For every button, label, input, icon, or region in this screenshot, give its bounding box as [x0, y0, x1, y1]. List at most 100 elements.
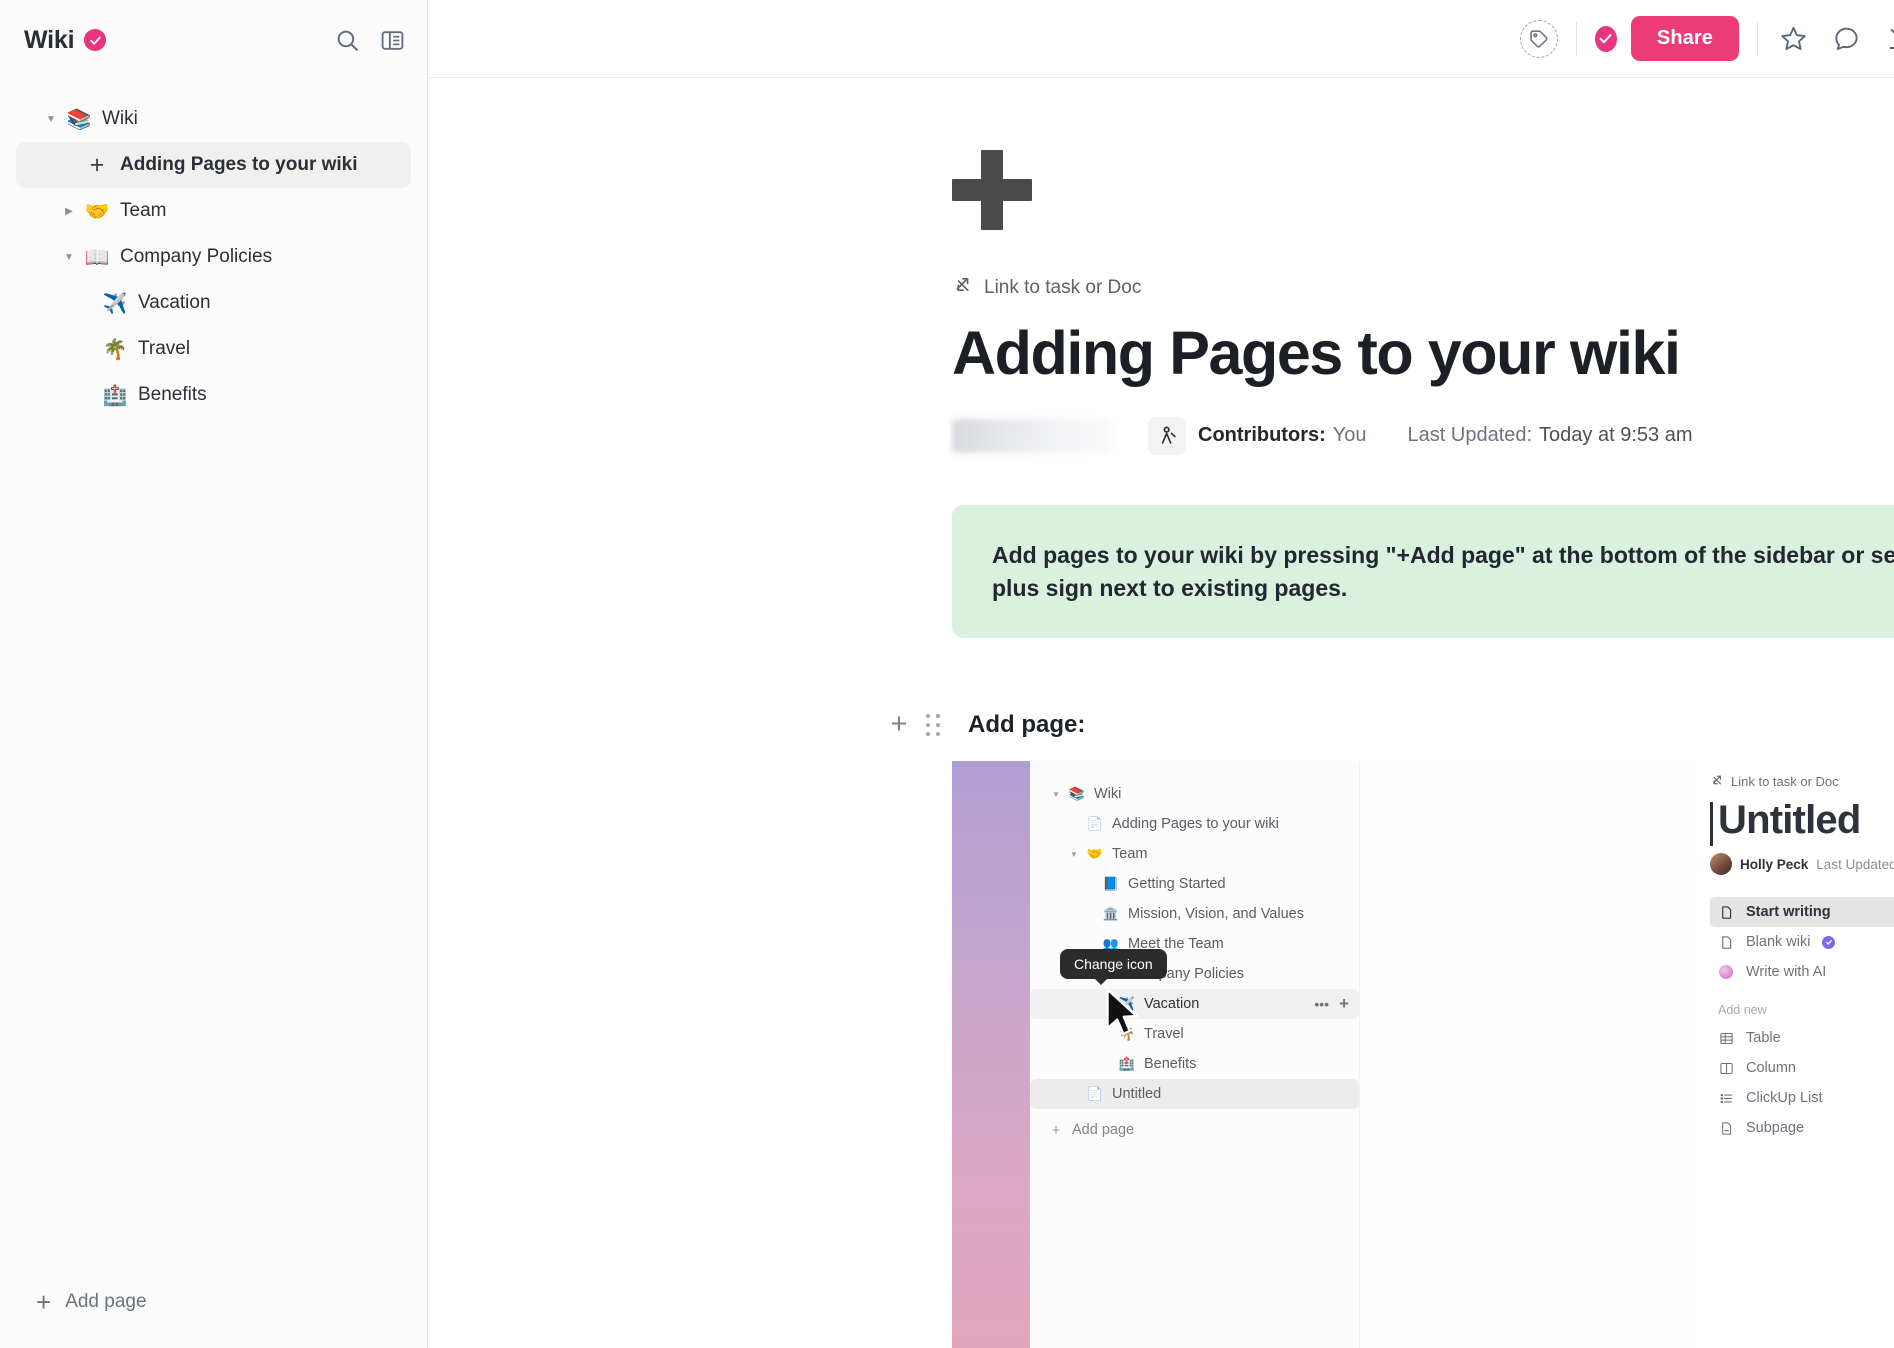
chevron-down-icon[interactable]	[38, 114, 64, 125]
subpage-icon	[1718, 1121, 1734, 1136]
embedded-tree-item-label: Travel	[1144, 1026, 1184, 1043]
sidebar-item-travel[interactable]: 🌴 Travel	[16, 326, 411, 372]
embedded-tree-item[interactable]: ▼ 📚 Wiki	[1030, 779, 1359, 809]
embedded-tree-item[interactable]: 🏥 Benefits	[1030, 1049, 1359, 1079]
embedded-option-label: Start writing	[1746, 904, 1831, 921]
page-emoji-icon: 📄	[1086, 816, 1104, 832]
verified-check-icon	[82, 27, 109, 53]
embedded-addnew-table[interactable]: Table	[1710, 1023, 1894, 1053]
doc-icon	[1718, 905, 1734, 920]
page-title[interactable]: Adding Pages to your wiki	[952, 320, 1894, 387]
embedded-option-blank-wiki[interactable]: Blank wiki	[1710, 927, 1894, 957]
search-icon[interactable]	[335, 28, 360, 53]
list-icon	[1718, 1091, 1734, 1106]
change-icon-tooltip: Change icon	[1060, 949, 1167, 986]
embedded-tree-item[interactable]: ✈️ Vacation ••• +	[1030, 989, 1359, 1020]
embedded-sidebar: ▼ 📚 Wiki 📄 Adding Pages to your wiki ▼ 🤝 Team 📘 G…	[1030, 761, 1360, 1348]
verified-check-icon-toolbar[interactable]	[1592, 23, 1619, 54]
link-to-task-button[interactable]: Link to task or Doc	[952, 274, 1894, 301]
toolbar-divider-1	[1575, 21, 1577, 56]
share-button[interactable]: Share	[1630, 16, 1739, 61]
embedded-addnew-label: Table	[1746, 1030, 1781, 1047]
table-icon	[1718, 1031, 1734, 1046]
page-emoji-icon: 📖	[84, 246, 110, 269]
link-arrows-icon	[1710, 773, 1724, 790]
sidebar-item-wiki[interactable]: 📚 Wiki	[16, 96, 411, 142]
sidebar-header: Wiki	[0, 0, 427, 80]
drag-handle-icon[interactable]	[916, 713, 950, 736]
embedded-last-updated: Last Updated: Today at 4:58 pm	[1816, 856, 1894, 872]
add-block-plus-icon[interactable]: +	[882, 710, 916, 739]
page-emoji-icon: 🏥	[102, 384, 128, 407]
embedded-link-to-task[interactable]: Link to task or Doc	[1710, 773, 1894, 790]
sidebar-item-company-policies[interactable]: 📖 Company Policies	[16, 234, 411, 280]
sidebar-item-adding-pages-to-your-wiki[interactable]: + Adding Pages to your wiki	[16, 142, 411, 188]
embedded-tree-item[interactable]: 📘 Getting Started	[1030, 869, 1359, 899]
sidebar-item-label: Vacation	[138, 292, 211, 313]
block-heading-row: + Add page:	[882, 710, 1894, 739]
page-emoji-icon: 📄	[1086, 1086, 1104, 1102]
tag-icon[interactable]	[1519, 19, 1558, 58]
embedded-tree-item[interactable]: ▼ 🤝 Team	[1030, 839, 1359, 869]
embedded-gradient-strip	[952, 761, 1030, 1348]
embedded-option-write-with-ai[interactable]: Write with AI	[1710, 957, 1894, 987]
last-updated-label: Last Updated:	[1407, 424, 1533, 447]
panel-toggle-icon[interactable]	[380, 28, 405, 53]
main-area: Share Link to task or Doc Adding Pages t…	[428, 0, 1894, 1348]
import-arrow-icon[interactable]	[1886, 25, 1894, 52]
page-emoji-icon: 🏛️	[1102, 906, 1120, 922]
sidebar-title: Wiki	[24, 25, 75, 54]
sidebar-header-actions	[335, 28, 405, 53]
add-subpage-plus-icon[interactable]: +	[82, 151, 112, 180]
plus-icon: +	[36, 1286, 52, 1317]
embedded-addnew-clickup-list[interactable]: ClickUp List	[1710, 1083, 1894, 1113]
document-scroll-area[interactable]: Link to task or Doc Adding Pages to your…	[428, 78, 1894, 1348]
embedded-tree-item[interactable]: 📄 Untitled	[1030, 1079, 1359, 1110]
document-meta: Contributors: You Last Updated: Today at…	[952, 416, 1894, 455]
embedded-tree-item[interactable]: 🏛️ Mission, Vision, and Values	[1030, 899, 1359, 929]
embedded-author: Holly Peck	[1740, 856, 1809, 872]
embedded-addnew-subpage[interactable]: Subpage	[1710, 1113, 1894, 1143]
embedded-link-to-task-label: Link to task or Doc	[1731, 774, 1839, 790]
embedded-addnew-column[interactable]: Column	[1710, 1053, 1894, 1083]
contributors-icon	[1148, 416, 1186, 455]
embedded-tree-item[interactable]: 📄 Adding Pages to your wiki	[1030, 809, 1359, 839]
sidebar-item-benefits[interactable]: 🏥 Benefits	[16, 372, 411, 418]
sidebar-item-label: Benefits	[138, 384, 207, 405]
add-subpage-plus-icon[interactable]: +	[1339, 994, 1349, 1014]
more-horizontal-icon[interactable]: •••	[1314, 996, 1329, 1012]
embedded-screenshot[interactable]: ▼ 📚 Wiki 📄 Adding Pages to your wiki ▼ 🤝 Team 📘 G…	[952, 761, 1894, 1348]
sidebar-tree: 📚 Wiki + Adding Pages to your wiki 🤝 Team 📖 Com…	[0, 80, 427, 1278]
embedded-add-page-button[interactable]: + Add page	[1030, 1115, 1359, 1145]
ai-icon	[1718, 965, 1734, 980]
app-root: Wiki 📚 Wiki + Adding Pages to your wiki 🤝 Tea…	[0, 0, 1894, 1348]
embedded-addnew-label: Subpage	[1746, 1120, 1805, 1137]
embedded-page-title[interactable]: Untitled	[1710, 798, 1894, 847]
page-emoji-icon: 📘	[1102, 876, 1120, 892]
embedded-tree-item-label: Getting Started	[1128, 876, 1226, 893]
sidebar-item-label: Travel	[138, 338, 191, 359]
embedded-row-actions: ••• +	[1314, 994, 1349, 1014]
sidebar-item-label: Company Policies	[120, 246, 273, 267]
sidebar-item-vacation[interactable]: ✈️ Vacation	[16, 280, 411, 326]
embedded-addnew-label: ClickUp List	[1746, 1090, 1823, 1107]
sidebar-item-team[interactable]: 🤝 Team	[16, 188, 411, 234]
block-heading: Add page:	[968, 710, 1086, 738]
comment-icon[interactable]	[1833, 25, 1860, 52]
star-icon[interactable]	[1780, 25, 1807, 52]
embedded-addnew-label: Column	[1746, 1060, 1796, 1077]
embedded-tree-item-label: Vacation	[1144, 996, 1200, 1013]
embedded-meta: Holly Peck Last Updated: Today at 4:58 p…	[1710, 853, 1894, 876]
chevron-right-icon[interactable]	[56, 206, 82, 217]
chevron-down-icon[interactable]	[56, 252, 82, 263]
chevron-down-icon: ▼	[1070, 849, 1078, 859]
embedded-option-start-writing[interactable]: Start writing	[1710, 897, 1894, 928]
page-emoji-icon: 🤝	[1086, 846, 1104, 862]
last-updated-value: Today at 9:53 am	[1539, 424, 1693, 447]
link-arrows-icon	[952, 274, 973, 301]
toolbar-divider-2	[1757, 21, 1758, 56]
sidebar-add-page-button[interactable]: + Add page	[16, 1278, 411, 1326]
embedded-tree-item[interactable]: 🌴Travel	[1030, 1019, 1359, 1049]
page-emoji-icon: 📚	[66, 108, 92, 131]
add-cover-plus-icon[interactable]	[952, 150, 1032, 230]
